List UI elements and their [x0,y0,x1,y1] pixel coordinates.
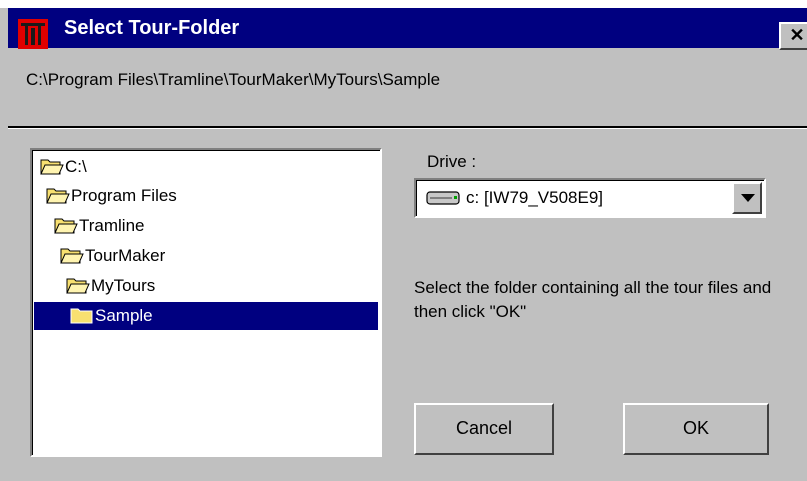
top-edge [0,0,807,8]
separator-light [8,128,807,129]
tree-item-label: Tramline [79,216,145,235]
tree-item-label: Sample [95,306,153,325]
title-bar[interactable]: Select Tour-Folder ✕ [8,8,807,50]
tree-item-label: Program Files [71,186,177,205]
tree-item-label: TourMaker [85,246,166,265]
current-path-label: C:\Program Files\Tramline\TourMaker\MyTo… [26,70,441,89]
tree-item-mytours[interactable]: MyTours [66,272,155,300]
left-edge [0,48,8,481]
folder-tree[interactable]: C:\ Program Files Tramline TourMaker MyT… [30,148,382,457]
instruction-text: Select the folder containing all the tou… [414,278,772,321]
open-folder-icon [60,246,84,266]
drive-dropdown-button[interactable] [732,182,762,214]
tree-item-sample[interactable]: Sample [34,302,378,330]
closed-folder-icon [70,306,94,326]
open-folder-icon [66,276,90,296]
chevron-down-icon [741,194,755,202]
open-folder-icon [54,216,78,236]
drive-select-value: c: [IW79_V508E9] [466,188,604,207]
open-folder-icon [40,157,64,177]
tree-item-label: MyTours [91,276,156,295]
tree-item-label: C:\ [65,157,87,176]
select-tour-folder-dialog: Select Tour-Folder ✕ C:\Program Files\Tr… [0,0,807,481]
tourmaker-app-icon [18,19,48,49]
ok-button[interactable]: OK [623,403,769,455]
tree-item-tourmaker[interactable]: TourMaker [60,242,165,270]
drive-select[interactable]: c: [IW79_V508E9] [414,178,766,218]
tree-item-tramline[interactable]: Tramline [54,212,145,240]
drive-label: Drive : [427,152,477,171]
close-icon: ✕ [789,25,805,45]
tree-item-program-files[interactable]: Program Files [46,182,177,210]
close-button[interactable]: ✕ [779,22,807,50]
tree-item-c-root[interactable]: C:\ [40,153,87,181]
hard-drive-icon [426,189,460,207]
open-folder-icon [46,186,70,206]
cancel-button[interactable]: Cancel [414,403,554,455]
window-title: Select Tour-Folder [64,17,240,39]
